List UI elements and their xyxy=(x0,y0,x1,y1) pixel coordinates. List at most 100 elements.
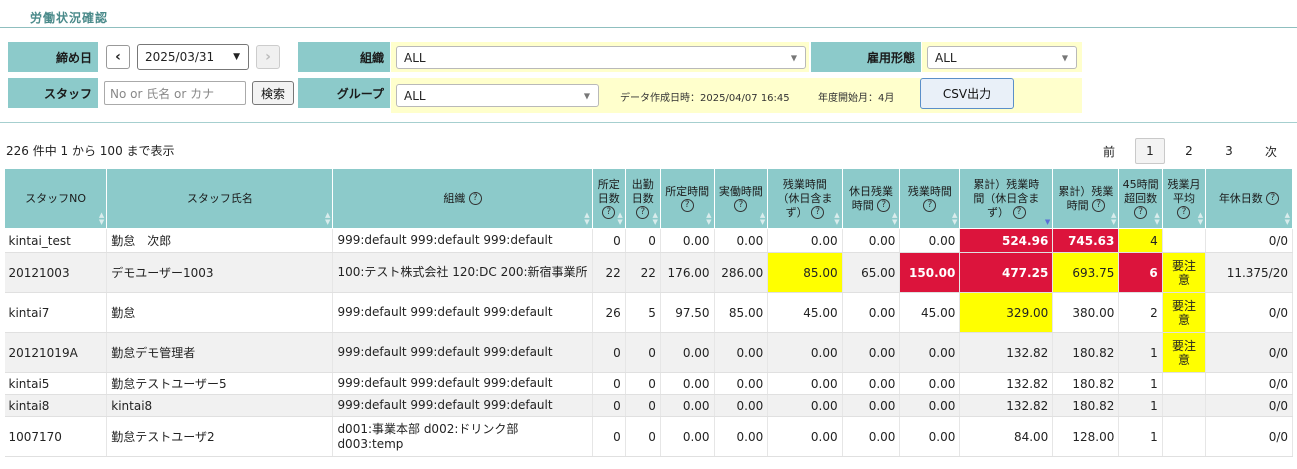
cell-over45: 1 xyxy=(1118,416,1163,457)
cell-holiday-ot: 0.00 xyxy=(842,292,901,333)
cell-ot-excl: 0.00 xyxy=(767,372,843,395)
org-label: 組織 xyxy=(298,42,390,72)
cell-cum-ot: 128.00 xyxy=(1052,416,1120,457)
cell-staff-no: kintai5 xyxy=(4,372,108,395)
cell-avg xyxy=(1162,394,1207,417)
table-row: kintai8 kintai8 999:default 999:default … xyxy=(4,394,1293,417)
help-icon[interactable]: ? xyxy=(923,199,937,212)
col-work-days[interactable]: 出勤 日数? ▲ ▼ xyxy=(624,168,661,229)
col-staff-name-label: スタッフ氏名 xyxy=(186,191,253,205)
col-ot-excl-label-1: 残業時間 xyxy=(782,177,827,191)
help-icon[interactable]: ? xyxy=(468,192,482,205)
col-ot-excl-label-3: ず） xyxy=(785,205,808,219)
cell-holidays: 11.375/20 xyxy=(1205,252,1293,293)
help-icon[interactable]: ? xyxy=(1092,199,1106,212)
pager-prev[interactable]: 前 xyxy=(1096,138,1122,164)
prev-date-button[interactable]: ‹ xyxy=(106,45,130,69)
col-cum-excl-label-3: ず） xyxy=(987,205,1010,219)
cell-actual-hours: 0.00 xyxy=(714,228,769,253)
pager-page-1[interactable]: 1 xyxy=(1135,138,1165,164)
col-staff-no[interactable]: スタッフNO ▲ ▼ xyxy=(3,168,108,229)
col-actual-hours[interactable]: 実働時間? ▲ ▼ xyxy=(713,168,769,229)
cell-cum-excl: 329.00 xyxy=(959,292,1054,333)
col-sched-days[interactable]: 所定 日数? ▲ ▼ xyxy=(591,168,626,229)
employment-label: 雇用形態 xyxy=(811,42,921,72)
labor-status-table: スタッフNO ▲ ▼ スタッフ氏名 ▲ ▼ 組織 ? ▲ ▼ 所定 日数? ▲ ▼ 出勤 日数? ▲ ▼… xyxy=(3,168,1293,457)
pager-next[interactable]: 次 xyxy=(1258,138,1284,164)
cell-actual-hours: 0.00 xyxy=(714,332,769,373)
col-cum-ot-excl-holiday[interactable]: 累計）残業時 間（休日含ま ず） ? ▼ xyxy=(959,168,1054,229)
col-over-45h[interactable]: 45時間 超回数? ▲ ▼ xyxy=(1118,168,1163,229)
cell-staff-name: 勤怠 次郎 xyxy=(106,228,334,253)
cell-staff-name: kintai8 xyxy=(106,394,334,417)
chevron-right-icon: › xyxy=(265,49,271,65)
col-sched-days-label-2: 日数 xyxy=(597,191,620,205)
cell-cum-ot: 380.00 xyxy=(1052,292,1120,333)
cell-over45: 1 xyxy=(1118,372,1163,395)
pager-page-2[interactable]: 2 xyxy=(1176,138,1202,164)
col-holiday-ot[interactable]: 休日残業 時間 ? ▲ ▼ xyxy=(841,168,901,229)
closing-date-select[interactable]: 2025/03/31 ▼ xyxy=(137,44,249,70)
csv-export-button[interactable]: CSV出力 xyxy=(920,78,1014,109)
sort-icon: ▲ ▼ xyxy=(98,211,105,226)
col-ot-monthly-avg[interactable]: 残業月 平均? ▲ ▼ xyxy=(1161,168,1207,229)
staff-label: スタッフ xyxy=(8,78,98,108)
cell-actual-hours: 0.00 xyxy=(714,416,769,457)
help-icon[interactable]: ? xyxy=(1012,206,1026,219)
col-staff-name[interactable]: スタッフ氏名 ▲ ▼ xyxy=(106,168,334,229)
help-icon[interactable]: ? xyxy=(877,199,891,212)
pager-page-3[interactable]: 3 xyxy=(1216,138,1242,164)
col-over45-label-2: 超回数 xyxy=(1124,191,1158,205)
cell-work-days: 0 xyxy=(625,394,661,417)
col-sched-hours[interactable]: 所定時間? ▲ ▼ xyxy=(659,168,715,229)
col-annual-leave[interactable]: 年休日数 ? ▲ ▼ xyxy=(1205,168,1293,229)
col-ot-excl-holiday[interactable]: 残業時間 （休日含ま ず） ? ▲ ▼ xyxy=(767,168,843,229)
col-ot-hours[interactable]: 残業時間? ▲ ▼ xyxy=(899,168,961,229)
help-icon[interactable]: ? xyxy=(602,206,616,219)
help-icon[interactable]: ? xyxy=(636,206,650,219)
col-cum-ot[interactable]: 累計）残業 時間 ? ▲ ▼ xyxy=(1052,168,1120,229)
help-icon[interactable]: ? xyxy=(1134,206,1148,219)
fiscal-start-info: 年度開始月：4月 xyxy=(818,93,895,104)
col-cum-ot-label-2: 時間 xyxy=(1066,198,1089,212)
employment-select[interactable]: ALL ▼ xyxy=(927,46,1077,69)
help-icon[interactable]: ? xyxy=(811,206,825,219)
col-over45-label-1: 45時間 xyxy=(1122,177,1159,191)
cell-ot-excl: 0.00 xyxy=(767,228,843,253)
cell-cum-excl: 477.25 xyxy=(959,252,1054,293)
cell-sched-hours: 0.00 xyxy=(660,228,715,253)
cell-avg xyxy=(1162,228,1207,253)
col-work-days-label-1: 出勤 xyxy=(631,177,654,191)
help-icon[interactable]: ? xyxy=(680,199,694,212)
cell-staff-no: 1007170 xyxy=(4,416,108,457)
help-icon[interactable]: ? xyxy=(1177,206,1191,219)
cell-actual-hours: 0.00 xyxy=(714,372,769,395)
col-avg-label-1: 残業月 xyxy=(1167,177,1201,191)
next-date-button[interactable]: › xyxy=(256,45,280,69)
cell-sched-days: 0 xyxy=(592,394,626,417)
table-row: kintai_test 勤怠 次郎 999:default 999:defaul… xyxy=(4,228,1293,253)
col-sched-hours-label: 所定時間 xyxy=(665,184,710,198)
help-icon[interactable]: ? xyxy=(734,199,748,212)
cell-ot: 45.00 xyxy=(899,292,961,333)
cell-staff-no: kintai7 xyxy=(4,292,108,333)
sort-icon: ▲ ▼ xyxy=(1284,211,1290,226)
cell-over45: 4 xyxy=(1118,228,1163,253)
cell-staff-name: 勤怠 xyxy=(106,292,334,333)
cell-sched-days: 0 xyxy=(592,332,626,373)
col-org[interactable]: 組織 ? ▲ ▼ xyxy=(332,168,593,229)
cell-cum-excl: 132.82 xyxy=(959,394,1054,417)
group-select[interactable]: ALL ▼ xyxy=(396,84,599,107)
staff-search-input[interactable]: No or 氏名 or カナ xyxy=(104,81,246,105)
cell-staff-name: 勤怠テストユーザ2 xyxy=(106,416,334,457)
cell-holidays: 0/0 xyxy=(1205,228,1293,253)
search-button[interactable]: 検索 xyxy=(252,81,294,105)
cell-ot: 0.00 xyxy=(899,372,961,395)
col-cum-ot-label-1: 累計）残業 xyxy=(1058,184,1114,198)
sort-icon: ▲ ▼ xyxy=(834,211,840,226)
help-icon[interactable]: ? xyxy=(1266,192,1280,205)
sort-icon: ▲ ▼ xyxy=(1197,211,1204,226)
cell-work-days: 22 xyxy=(625,252,661,293)
org-select[interactable]: ALL ▼ xyxy=(396,46,806,69)
cell-work-days: 0 xyxy=(625,332,661,373)
